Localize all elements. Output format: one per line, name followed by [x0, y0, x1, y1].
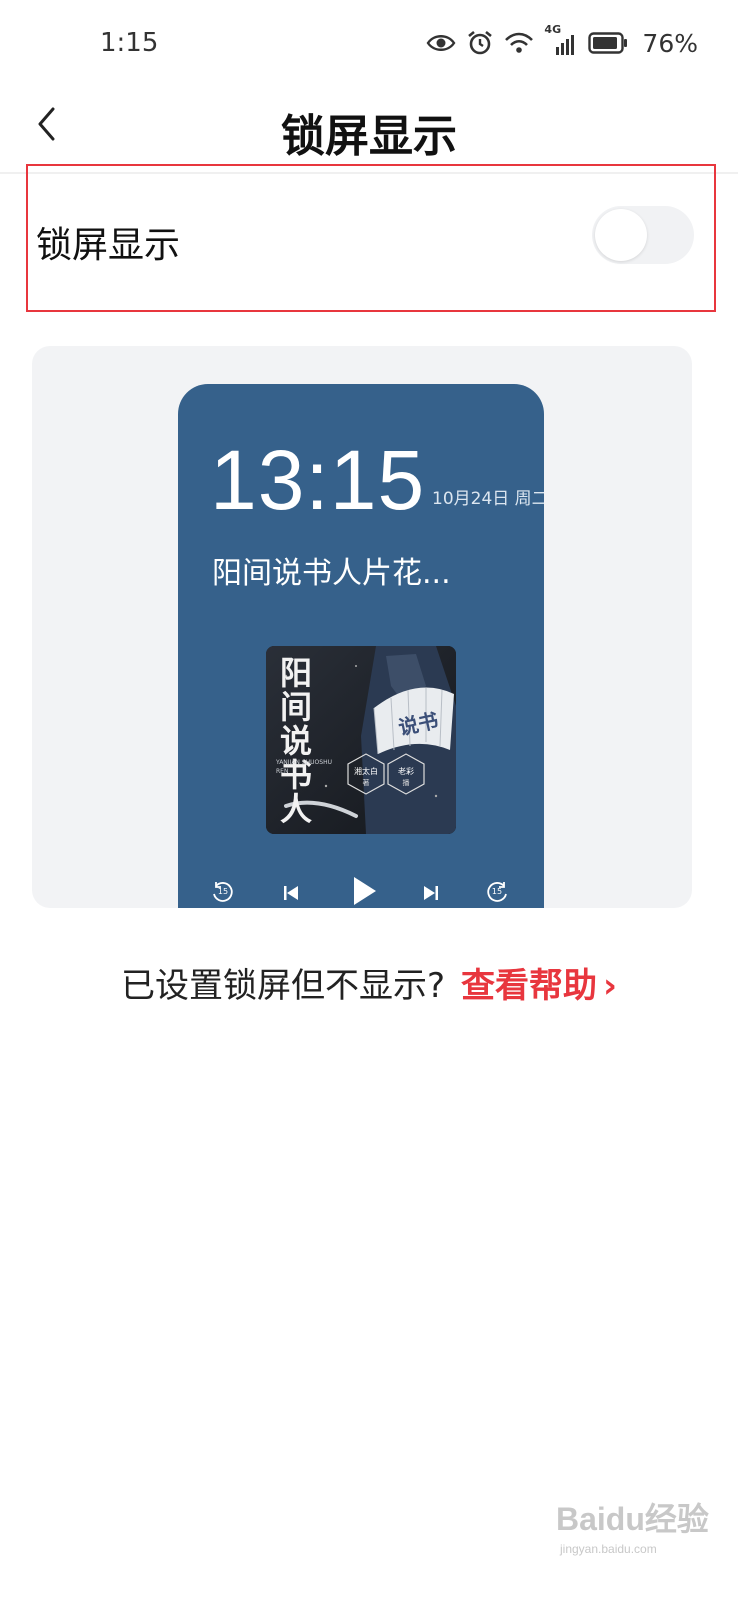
signal-icon: 4G [544, 23, 578, 57]
rewind-15-label: 15 [217, 887, 229, 896]
album-cover: 阳间说书人 YANJIAN SHUOSHU REN 说书 湘太白 著 老彩 播 [266, 646, 456, 834]
lock-screen-preview: 13:15 10月24日 周二 阳间说书人片花... 阳间说书人 YANJIAN… [32, 346, 692, 908]
cover-author-role: 著 [362, 779, 370, 787]
status-icons: 4G 76% [426, 23, 698, 60]
lock-screen-setting-row: 锁屏显示 [26, 164, 716, 312]
status-time: 1:15 [100, 28, 159, 58]
alarm-icon [466, 29, 494, 57]
cover-narrator-role: 播 [402, 779, 410, 787]
battery-percent: 76% [642, 28, 698, 58]
help-question: 已设置锁屏但不显示? [120, 966, 446, 1006]
rewind-15-icon[interactable]: 15 [208, 878, 238, 908]
cover-romanized: YANJIAN SHUOSHU REN [276, 759, 332, 775]
lock-screen-toggle[interactable] [592, 206, 694, 264]
next-icon[interactable] [416, 878, 446, 908]
watermark-text: Baidu经验 [556, 1501, 709, 1537]
preview-track-title: 阳间说书人片花... [212, 556, 451, 591]
chevron-right-icon[interactable]: › [603, 966, 617, 1006]
status-bar: 1:15 4G 76% [0, 0, 738, 92]
battery-icon [588, 32, 628, 54]
lock-screen-label: 锁屏显示 [36, 225, 181, 266]
previous-icon[interactable] [276, 878, 306, 908]
eye-icon [426, 32, 456, 54]
wifi-icon [504, 31, 534, 55]
preview-phone: 13:15 10月24日 周二 阳间说书人片花... 阳间说书人 YANJIAN… [178, 384, 544, 908]
help-line: 已设置锁屏但不显示? 查看帮助 › [0, 958, 738, 1007]
cover-narrator: 老彩 [398, 767, 414, 776]
toggle-knob [595, 209, 647, 261]
preview-date: 10月24日 周二 [432, 489, 544, 509]
baidu-watermark: Baidu经验 jingyan.baidu.com [556, 1486, 726, 1566]
cover-author: 湘太白 [354, 767, 378, 776]
forward-15-icon[interactable]: 15 [482, 878, 512, 908]
watermark-url: jingyan.baidu.com [560, 1542, 657, 1556]
forward-15-label: 15 [491, 887, 503, 896]
page-title: 锁屏显示 [281, 111, 457, 162]
view-help-link[interactable]: 查看帮助 [461, 966, 597, 1006]
nav-bar: 锁屏显示 [0, 92, 738, 172]
cover-title-art: 阳间说书人 [280, 654, 313, 828]
playback-controls: 15 15 [178, 877, 544, 908]
preview-time: 13:15 [210, 433, 426, 527]
play-icon[interactable] [346, 874, 380, 908]
